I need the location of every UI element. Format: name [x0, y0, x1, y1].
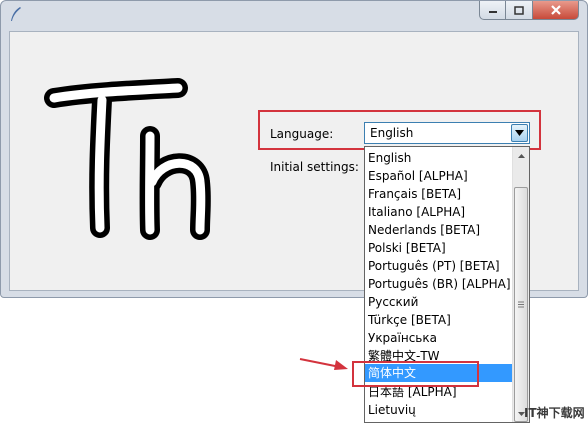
selected-option-annotation-box [352, 361, 479, 387]
language-option[interactable]: Italiano [ALPHA] [368, 203, 465, 221]
close-icon [550, 5, 561, 15]
language-select-toggle[interactable] [511, 124, 528, 142]
language-option[interactable]: English [368, 149, 411, 167]
language-option[interactable]: Русский [368, 293, 418, 311]
minimize-icon [488, 11, 497, 13]
feather-icon [11, 7, 21, 21]
language-select-value: English [370, 126, 414, 140]
th-logo [44, 78, 211, 240]
language-option[interactable]: Português (BR) [ALPHA] [368, 275, 511, 293]
language-option[interactable]: Português (PT) [BETA] [368, 257, 500, 275]
language-option[interactable]: Nederlands [BETA] [368, 221, 480, 239]
grip-icon [518, 301, 524, 308]
language-label: Language: [270, 127, 334, 141]
language-select[interactable]: English [364, 122, 530, 144]
maximize-icon [514, 5, 524, 15]
maximize-button[interactable] [506, 1, 533, 20]
language-option[interactable]: Українська [368, 329, 437, 347]
dropdown-scrollbar[interactable] [512, 147, 529, 422]
language-option[interactable]: Lietuvių [368, 401, 416, 419]
language-option[interactable]: Türkçe [BETA] [368, 311, 451, 329]
close-button[interactable] [533, 1, 579, 20]
scroll-up-button[interactable] [513, 147, 529, 164]
watermark: IT神下载网 [524, 406, 585, 420]
language-option[interactable]: Polski [BETA] [368, 239, 446, 257]
title-bar[interactable] [1, 1, 587, 27]
minimize-button[interactable] [479, 1, 506, 20]
scrollbar-thumb[interactable] [514, 187, 528, 422]
chevron-up-icon [517, 153, 525, 158]
annotation-arrow-icon [299, 358, 348, 370]
language-option[interactable]: Español [ALPHA] [368, 167, 468, 185]
chevron-down-icon [515, 130, 524, 136]
initial-settings-label: Initial settings: [270, 160, 359, 174]
language-option[interactable]: Français [BETA] [368, 185, 461, 203]
